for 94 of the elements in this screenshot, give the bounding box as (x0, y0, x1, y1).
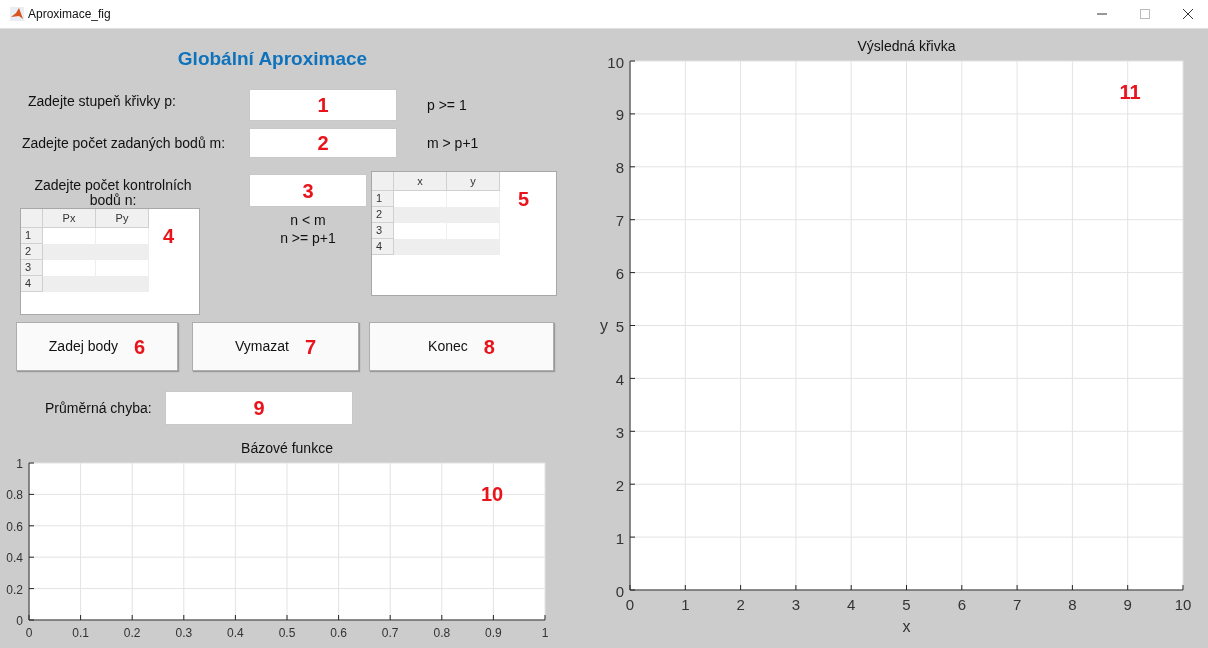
data-table[interactable]: x y 1 2 3 4 5 (371, 171, 557, 296)
field-label: Zadejte počet kontrolních bodů n: (34, 177, 192, 208)
annotation-number: 11 (1119, 80, 1141, 103)
column-header: Px (43, 209, 96, 228)
tick-label: 9 (615, 105, 624, 123)
table-corner (21, 209, 43, 228)
field-label: Zadejte stupeň křivky p: (28, 92, 176, 109)
row-header: 4 (372, 239, 394, 255)
axis-label: x (902, 617, 911, 635)
axis-label: y (600, 316, 608, 333)
tick-label: 1 (681, 595, 690, 613)
input-field[interactable]: 1 (249, 89, 397, 121)
tick-label: 5 (902, 595, 911, 613)
column-header: Py (96, 209, 149, 228)
tick-label: 0.6 (6, 519, 23, 534)
hint-text: p >= 1 (427, 95, 467, 115)
tick-label: 10 (1174, 595, 1192, 613)
tick-label: 4 (847, 595, 856, 613)
tick-label: 8 (615, 158, 624, 176)
tick-label: 10 (607, 53, 624, 70)
tick-label: 1 (16, 457, 23, 471)
table-cell[interactable] (43, 244, 96, 260)
tick-label: 0.4 (227, 626, 244, 640)
annotation-number: 9 (253, 398, 265, 418)
tick-label: 2 (736, 595, 745, 613)
table-cell[interactable] (394, 207, 447, 223)
annotation-number: 3 (302, 180, 314, 201)
action-button[interactable]: Vymazat 7 (192, 322, 359, 371)
tick-label: 4 (615, 370, 624, 388)
tick-label: 0.5 (278, 626, 296, 640)
hint-text: m > p+1 (427, 133, 479, 153)
column-header: y (447, 172, 500, 191)
field-label: Průměrná chyba: (45, 399, 152, 416)
chart-title: Výsledná křivka (857, 37, 956, 54)
tick-label: 3 (791, 595, 801, 613)
tick-label: 1 (541, 626, 549, 640)
table-cell[interactable] (43, 276, 96, 292)
data-table[interactable]: Px Py 1 2 3 4 4 (20, 208, 200, 315)
chart-title: Bázové funkce (241, 440, 333, 456)
table-cell[interactable] (394, 239, 447, 255)
tick-label: 0.8 (6, 488, 23, 503)
tick-label: 6 (615, 264, 624, 282)
tick-label: 0.8 (433, 626, 451, 640)
table-corner (372, 172, 394, 191)
row-header: 1 (372, 191, 394, 207)
tick-label: 0 (615, 582, 624, 599)
input-field[interactable]: 3 (249, 174, 367, 207)
tick-label: 0 (16, 614, 23, 628)
app-heading: Globální Aproximace (177, 47, 368, 69)
tick-label: 0.4 (6, 551, 23, 566)
column-header: x (394, 172, 447, 191)
row-header: 2 (21, 244, 43, 260)
window-title: Aproximace_fig (28, 5, 111, 23)
input-field[interactable]: 9 (165, 391, 353, 425)
tick-label: 0.9 (485, 626, 502, 640)
tick-label: 1 (615, 529, 624, 547)
row-header: 3 (21, 260, 43, 276)
annotation-number: 4 (163, 226, 175, 246)
hint-text: n >= p+1 (280, 229, 336, 247)
row-header: 2 (372, 207, 394, 223)
input-field[interactable]: 2 (249, 128, 397, 158)
tick-label: 9 (1123, 595, 1132, 613)
action-button[interactable]: Zadej body 6 (16, 322, 178, 371)
tick-label: 0.2 (123, 626, 141, 640)
action-button[interactable]: Konec 8 (369, 322, 554, 371)
annotation-number: 2 (317, 133, 329, 153)
tick-label: 0.7 (381, 626, 399, 640)
tick-label: 7 (1012, 595, 1022, 613)
annotation-number: 7 (304, 336, 317, 357)
row-header: 1 (21, 228, 43, 244)
hint-text: n < m (290, 211, 326, 229)
annotation-number: 10 (480, 483, 504, 505)
tick-label: 0.1 (72, 626, 89, 640)
app-icon (10, 6, 24, 21)
row-header: 3 (372, 223, 394, 239)
annotation-number: 6 (134, 336, 146, 357)
tick-label: 0.6 (330, 626, 347, 640)
tick-label: 0.2 (6, 582, 23, 597)
annotation-number: 8 (483, 336, 495, 357)
tick-label: 3 (615, 423, 624, 441)
maximize-icon[interactable] (1140, 8, 1150, 19)
tick-label: 2 (615, 476, 624, 494)
row-header: 4 (21, 276, 43, 292)
tick-label: 6 (957, 595, 966, 613)
field-label: Zadejte počet zadaných bodů m: (22, 134, 226, 151)
annotation-number: 1 (317, 95, 329, 115)
tick-label: 0.3 (175, 626, 193, 640)
tick-label: 0 (25, 626, 33, 640)
tick-label: 0 (625, 595, 635, 613)
tick-label: 8 (1068, 595, 1077, 613)
annotation-number: 5 (518, 189, 530, 209)
tick-label: 5 (615, 317, 624, 335)
close-icon[interactable] (1183, 8, 1193, 19)
tick-label: 7 (615, 211, 624, 229)
